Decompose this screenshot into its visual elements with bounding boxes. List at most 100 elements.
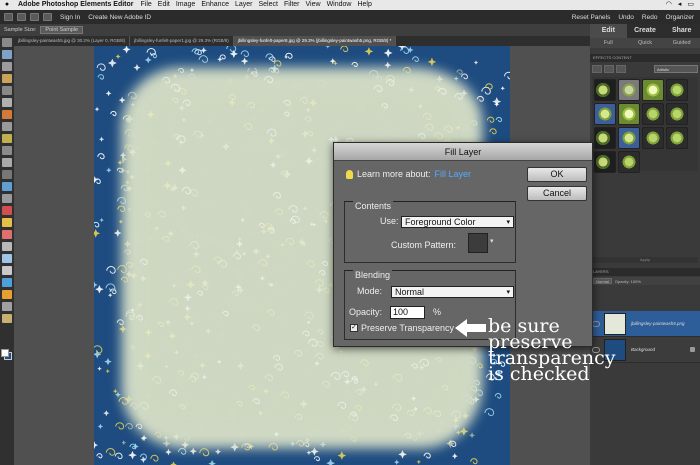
menu-image[interactable]: Image (173, 0, 198, 10)
effect-thumbnail[interactable] (618, 79, 640, 101)
pattern-swirl (503, 71, 510, 80)
pattern-star (97, 366, 102, 371)
effect-thumbnail[interactable] (618, 103, 640, 125)
apply-button[interactable]: Apply (592, 257, 698, 263)
menu-view[interactable]: View (303, 0, 324, 10)
layer-blend-mode-select[interactable]: Normal (593, 278, 612, 284)
lasso-tool-icon[interactable] (2, 98, 12, 107)
pattern-star (344, 378, 351, 386)
custom-pattern-label: Custom Pattern: (391, 240, 457, 250)
type-tool-icon[interactable] (2, 158, 12, 167)
ok-button[interactable]: OK (527, 167, 587, 182)
doc-tab-3[interactable]: jbillingsley-funfelt-paper8.jpg @ 29.3% … (233, 36, 397, 46)
preserve-transparency-label[interactable]: Preserve Transparency (361, 323, 454, 333)
tab-full[interactable]: Full (590, 38, 627, 48)
foreground-color-swatch[interactable] (1, 349, 9, 357)
cookie-cutter-tool-icon[interactable] (2, 194, 12, 203)
blur-tool-icon[interactable] (2, 302, 12, 311)
clone-stamp-tool-icon[interactable] (2, 206, 12, 215)
sponge-tool-icon[interactable] (2, 314, 12, 323)
menu-file[interactable]: File (138, 0, 155, 10)
shape-tool-icon[interactable] (2, 290, 12, 299)
app-name[interactable]: Adobe Photoshop Elements Editor (14, 0, 138, 10)
gradient-tool-icon[interactable] (2, 278, 12, 287)
cancel-button[interactable]: Cancel (527, 186, 587, 201)
tab-edit[interactable]: Edit (590, 24, 627, 38)
mode-select[interactable]: Normal ▾ (391, 286, 514, 298)
effect-thumbnail[interactable] (618, 151, 640, 173)
menu-window[interactable]: Window (324, 0, 355, 10)
zoom-tool-icon[interactable] (2, 50, 12, 59)
doc-tab-1[interactable]: jbillingsley-paintwash5.jpg @ 30.2% (Lay… (14, 36, 131, 46)
pencil-tool-icon[interactable] (2, 218, 12, 227)
red-eye-tool-icon[interactable] (2, 134, 12, 143)
menu-help[interactable]: Help (354, 0, 374, 10)
effect-thumbnail[interactable] (594, 151, 616, 173)
paint-bucket-tool-icon[interactable] (2, 266, 12, 275)
home-icon[interactable] (4, 13, 13, 21)
filters-icon[interactable] (592, 65, 602, 73)
marquee-tool-icon[interactable] (2, 86, 12, 95)
reset-panels-button[interactable]: Reset Panels (572, 14, 611, 21)
effects-category-select[interactable]: Artistic (654, 65, 698, 73)
crop-tool-icon[interactable] (2, 170, 12, 179)
layer-styles-icon[interactable] (604, 65, 614, 73)
spot-healing-tool-icon[interactable] (2, 146, 12, 155)
effect-thumbnail[interactable] (594, 127, 616, 149)
menu-layer[interactable]: Layer (232, 0, 256, 10)
battery-icon[interactable]: ▭ (687, 0, 694, 10)
layers-panel-header[interactable]: LAYERS (590, 268, 700, 276)
opacity-input[interactable]: 100 (390, 306, 425, 319)
custom-pattern-picker[interactable] (468, 233, 488, 253)
magic-wand-tool-icon[interactable] (2, 110, 12, 119)
effect-thumbnail[interactable] (642, 79, 664, 101)
effect-thumbnail[interactable] (666, 79, 688, 101)
help-icon[interactable] (43, 13, 52, 21)
save-icon[interactable] (30, 13, 39, 21)
brush-tool-icon[interactable] (2, 242, 12, 251)
chevron-down-icon[interactable]: ▾ (490, 237, 494, 245)
redo-button[interactable]: Redo (642, 14, 658, 21)
eyedropper-tool-icon[interactable] (2, 74, 12, 83)
open-icon[interactable] (17, 13, 26, 21)
move-tool-icon[interactable] (2, 38, 12, 47)
hand-tool-icon[interactable] (2, 62, 12, 71)
apple-icon[interactable]: ● (0, 0, 14, 10)
photo-effects-icon[interactable] (616, 65, 626, 73)
menu-edit[interactable]: Edit (155, 0, 173, 10)
sign-in-link[interactable]: Sign In (60, 14, 80, 21)
undo-button[interactable]: Undo (618, 14, 634, 21)
effect-thumbnail[interactable] (666, 127, 688, 149)
tab-create[interactable]: Create (627, 24, 664, 38)
menu-select[interactable]: Select (255, 0, 280, 10)
effect-thumbnail[interactable] (642, 127, 664, 149)
eraser-tool-icon[interactable] (2, 230, 12, 239)
smart-brush-tool-icon[interactable] (2, 254, 12, 263)
menu-filter[interactable]: Filter (281, 0, 303, 10)
effects-panel-header[interactable]: EFFECTS CONTENT (590, 54, 700, 62)
layer-opacity-readout[interactable]: Opacity: 100% (615, 279, 641, 284)
effect-thumbnail[interactable] (594, 103, 616, 125)
effect-thumbnail[interactable] (618, 127, 640, 149)
sample-size-select[interactable]: Point Sample (40, 26, 84, 34)
effect-thumbnail[interactable] (642, 103, 664, 125)
volume-icon[interactable]: ◂ (678, 0, 682, 10)
learn-more-link[interactable]: Fill Layer (435, 169, 472, 179)
recompose-tool-icon[interactable] (2, 182, 12, 191)
preserve-transparency-checkbox[interactable]: ✓ (350, 324, 358, 332)
tab-quick[interactable]: Quick (627, 38, 664, 48)
dialog-title[interactable]: Fill Layer (334, 143, 592, 161)
wifi-icon[interactable]: ◠ (666, 0, 672, 10)
tab-guided[interactable]: Guided (663, 38, 700, 48)
effect-thumbnail[interactable] (666, 103, 688, 125)
quick-selection-tool-icon[interactable] (2, 122, 12, 131)
organizer-button[interactable]: Organizer (665, 14, 694, 21)
menu-enhance[interactable]: Enhance (198, 0, 232, 10)
create-id-link[interactable]: Create New Adobe ID (88, 14, 151, 21)
doc-tab-2[interactable]: jbillingsley-funfelt-paper1.jpg @ 29.3% … (130, 36, 234, 46)
tab-share[interactable]: Share (663, 24, 700, 38)
effect-thumbnail[interactable] (594, 79, 616, 101)
app-bar: Sign In Create New Adobe ID Reset Panels… (0, 10, 700, 24)
pattern-star (171, 283, 177, 289)
use-select[interactable]: Foreground Color ▾ (401, 216, 514, 228)
